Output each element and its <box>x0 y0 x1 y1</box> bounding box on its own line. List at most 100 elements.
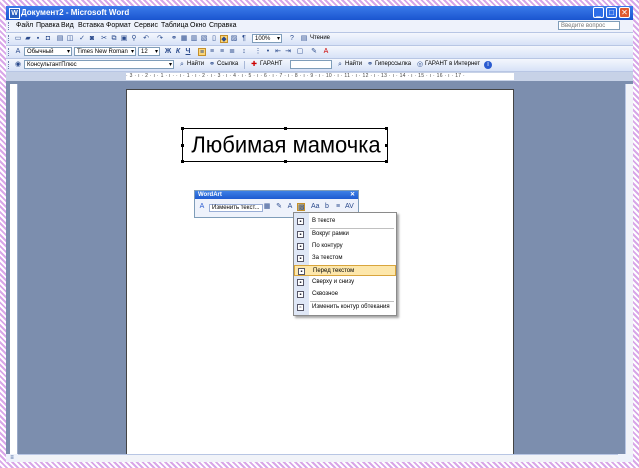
increase-indent-icon[interactable]: ⇥ <box>284 48 292 56</box>
resize-handle[interactable] <box>385 144 388 147</box>
new-document-icon[interactable]: ▭ <box>14 35 22 43</box>
underline-button[interactable]: Ч <box>184 48 192 56</box>
menu-item-through[interactable]: ▪ Сквозное <box>294 289 396 300</box>
reading-mode-icon[interactable]: ▤ <box>300 35 308 43</box>
close-icon[interactable]: ✕ <box>350 191 355 199</box>
character-spacing-icon[interactable]: AV <box>345 203 354 211</box>
copy-icon[interactable]: ⧉ <box>110 35 118 43</box>
menu-item-inline[interactable]: ▪ В тексте <box>294 216 396 227</box>
garant-internet-icon[interactable]: ◎ <box>416 61 424 69</box>
resize-handle[interactable] <box>284 127 287 130</box>
resize-handle[interactable] <box>181 127 184 130</box>
hyperlink-icon[interactable]: ⚭ <box>366 61 374 69</box>
insert-wordart-icon[interactable]: A <box>198 203 206 211</box>
toolbar-grip[interactable] <box>8 35 12 43</box>
resize-handle[interactable] <box>181 160 184 163</box>
menu-item-top-bottom[interactable]: ▪ Сверху и снизу <box>294 277 396 288</box>
line-spacing-icon[interactable]: ↕ <box>240 48 248 56</box>
italic-button[interactable]: К <box>174 48 182 56</box>
help-icon[interactable]: ? <box>288 35 296 43</box>
hyperlink-icon[interactable]: ⚭ <box>170 35 178 43</box>
align-right-icon[interactable]: ≡ <box>218 48 226 56</box>
permission-icon[interactable]: ◘ <box>44 35 52 43</box>
edit-text-button[interactable]: Изменить текст... <box>209 204 263 212</box>
vertical-ruler[interactable] <box>10 84 18 454</box>
menu-item-in-front[interactable]: ▪ Перед текстом <box>294 265 396 276</box>
horizontal-scrollbar[interactable] <box>18 454 618 462</box>
normal-view-icon[interactable]: ≡ <box>8 454 16 462</box>
menu-view[interactable]: Вид <box>61 22 74 29</box>
menu-window[interactable]: Окно <box>190 22 206 29</box>
menu-item-square[interactable]: ▪ Вокруг рамки <box>294 229 396 240</box>
hyperlink-button[interactable]: Гиперссылка <box>375 61 411 67</box>
text-wrapping-icon[interactable]: ▩ <box>297 203 305 211</box>
resize-handle[interactable] <box>284 160 287 163</box>
font-select[interactable]: Times New Roman ▾ <box>74 47 136 56</box>
print-preview-icon[interactable]: ◫ <box>66 35 74 43</box>
link-button[interactable]: Ссылка <box>217 61 238 67</box>
tables-borders-icon[interactable]: ▦ <box>180 35 188 43</box>
format-wordart-icon[interactable]: ✎ <box>275 203 283 211</box>
garant-internet-button[interactable]: ГАРАНТ в Интернет <box>425 61 480 67</box>
consultant-icon[interactable]: ◉ <box>14 61 22 69</box>
resize-handle[interactable] <box>181 144 184 147</box>
border-icon[interactable]: ▢ <box>296 48 304 56</box>
wordart-gallery-icon[interactable]: ▦ <box>263 203 271 211</box>
cut-icon[interactable]: ✂ <box>100 35 108 43</box>
menu-help[interactable]: Справка <box>209 22 236 29</box>
link-icon[interactable]: ⚭ <box>208 61 216 69</box>
research-icon[interactable]: ◙ <box>88 35 96 43</box>
find-icon[interactable]: ⌕ <box>336 61 344 69</box>
bold-button[interactable]: Ж <box>164 48 172 56</box>
garant-menu-button[interactable]: ГАРАНТ <box>260 61 282 67</box>
word-app-icon[interactable]: W <box>9 8 20 19</box>
wordart-toolbar-header[interactable]: WordArt ✕ <box>195 191 358 199</box>
print-icon[interactable]: ▤ <box>56 35 64 43</box>
insert-table-icon[interactable]: ▥ <box>190 35 198 43</box>
insert-excel-icon[interactable]: ▧ <box>200 35 208 43</box>
menu-format[interactable]: Формат <box>106 22 131 29</box>
columns-icon[interactable]: ▯ <box>210 35 218 43</box>
resize-handle[interactable] <box>385 127 388 130</box>
drawing-icon[interactable]: ◆ <box>220 35 228 43</box>
decrease-indent-icon[interactable]: ⇤ <box>274 48 282 56</box>
reading-mode-button[interactable]: Чтение <box>310 35 330 41</box>
find-button[interactable]: Найти <box>187 61 204 67</box>
menu-tools[interactable]: Сервис <box>134 22 158 29</box>
menu-item-tight[interactable]: ▪ По контуру <box>294 241 396 252</box>
wordart-object[interactable]: Любимая мамочка <box>181 127 388 163</box>
spelling-icon[interactable]: ✓ <box>78 35 86 43</box>
menu-item-behind[interactable]: ▪ За текстом <box>294 253 396 264</box>
align-left-icon[interactable]: ≡ <box>198 48 206 56</box>
help-search-input[interactable]: Введите вопрос <box>558 21 620 30</box>
menu-file[interactable]: Файл <box>16 22 33 29</box>
highlight-icon[interactable]: ✎ <box>310 48 318 56</box>
maximize-button[interactable]: □ <box>606 7 617 18</box>
numbering-icon[interactable]: ⋮ <box>254 48 262 56</box>
paste-icon[interactable]: ▣ <box>120 35 128 43</box>
minimize-button[interactable]: _ <box>593 7 604 18</box>
menu-insert[interactable]: Вставка <box>78 22 104 29</box>
bullets-icon[interactable]: • <box>264 48 272 56</box>
wordart-shape-icon[interactable]: A <box>286 203 294 211</box>
info-icon[interactable]: i <box>484 61 492 69</box>
toolbar-grip[interactable] <box>8 61 12 69</box>
style-select[interactable]: Обычный ▾ <box>24 47 72 56</box>
save-icon[interactable]: ▪ <box>34 35 42 43</box>
format-painter-icon[interactable]: ⚲ <box>130 35 138 43</box>
toolbar-grip[interactable] <box>8 48 12 56</box>
vertical-text-icon[interactable]: b <box>323 203 331 211</box>
garant-icon[interactable]: ✚ <box>250 61 258 69</box>
zoom-select[interactable]: 100% ▾ <box>252 34 282 43</box>
alignment-icon[interactable]: ≡ <box>334 203 342 211</box>
open-folder-icon[interactable]: ▰ <box>24 35 32 43</box>
garant-search-input[interactable] <box>290 60 332 69</box>
find-button-2[interactable]: Найти <box>345 61 362 67</box>
close-button[interactable]: ✕ <box>619 7 630 18</box>
consultant-select[interactable]: КонсультантПлюс ▾ <box>24 60 174 69</box>
document-map-icon[interactable]: ▨ <box>230 35 238 43</box>
vertical-scrollbar[interactable] <box>625 84 633 454</box>
menu-edit[interactable]: Правка <box>36 22 60 29</box>
menu-table[interactable]: Таблица <box>161 22 188 29</box>
undo-icon[interactable]: ↶ <box>142 35 150 43</box>
